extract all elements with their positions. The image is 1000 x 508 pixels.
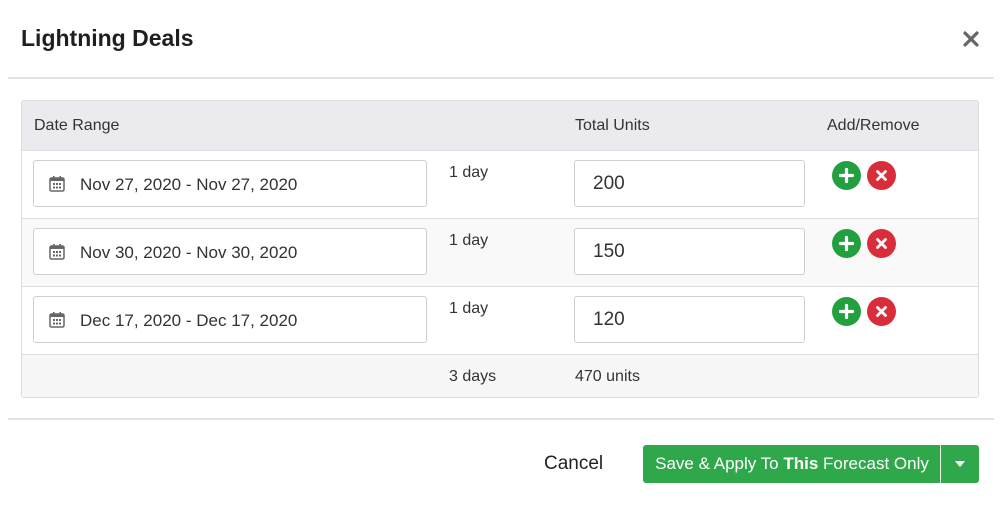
save-label-prefix: Save & Apply To <box>655 454 784 473</box>
plus-icon <box>838 235 855 252</box>
save-options-dropdown-button[interactable] <box>941 445 979 483</box>
date-range-input[interactable]: Dec 17, 2020 - Dec 17, 2020 <box>33 296 427 343</box>
totals-row: 3 days 470 units <box>22 355 978 397</box>
remove-row-button[interactable] <box>867 229 896 258</box>
close-icon <box>963 31 979 47</box>
save-label-bold: This <box>783 454 819 473</box>
remove-row-button[interactable] <box>867 161 896 190</box>
cancel-button[interactable]: Cancel <box>544 453 603 475</box>
total-days: 3 days <box>449 368 497 385</box>
remove-row-button[interactable] <box>867 297 896 326</box>
total-units-input[interactable] <box>574 228 805 275</box>
x-icon <box>876 306 887 317</box>
calendar-icon <box>49 312 65 328</box>
table-header-row: Date Range Total Units Add/Remove <box>22 101 978 151</box>
dialog-title: Lightning Deals <box>21 25 194 51</box>
date-range-value: Dec 17, 2020 - Dec 17, 2020 <box>80 311 298 330</box>
dialog-header: Lightning Deals <box>0 0 1000 78</box>
x-icon <box>876 238 887 249</box>
header-divider <box>8 77 994 79</box>
add-row-button[interactable] <box>832 229 861 258</box>
date-range-input[interactable]: Nov 27, 2020 - Nov 27, 2020 <box>33 160 427 207</box>
calendar-icon <box>49 176 65 192</box>
days-count: 1 day <box>449 300 489 317</box>
table-row: Nov 27, 2020 - Nov 27, 2020 1 day <box>22 151 978 219</box>
lightning-deals-table: Date Range Total Units Add/Remove Nov 27… <box>21 100 979 398</box>
save-label-suffix: Forecast Only <box>818 454 929 473</box>
date-range-value: Nov 27, 2020 - Nov 27, 2020 <box>80 175 298 194</box>
column-header-date-range: Date Range <box>34 117 120 134</box>
add-row-button[interactable] <box>832 297 861 326</box>
date-range-value: Nov 30, 2020 - Nov 30, 2020 <box>80 243 298 262</box>
caret-down-icon <box>955 461 965 467</box>
add-row-button[interactable] <box>832 161 861 190</box>
total-units-input[interactable] <box>574 296 805 343</box>
footer-divider <box>8 418 994 420</box>
calendar-icon <box>49 244 65 260</box>
column-header-total-units: Total Units <box>575 117 650 134</box>
days-count: 1 day <box>449 164 489 181</box>
save-apply-button[interactable]: Save & Apply To This Forecast Only <box>643 445 941 483</box>
close-button[interactable] <box>960 28 982 50</box>
column-header-add-remove: Add/Remove <box>827 117 920 134</box>
total-units: 470 units <box>575 368 640 385</box>
table-row: Nov 30, 2020 - Nov 30, 2020 1 day <box>22 219 978 287</box>
x-icon <box>876 170 887 181</box>
days-count: 1 day <box>449 232 489 249</box>
table-row: Dec 17, 2020 - Dec 17, 2020 1 day <box>22 287 978 355</box>
date-range-input[interactable]: Nov 30, 2020 - Nov 30, 2020 <box>33 228 427 275</box>
total-units-input[interactable] <box>574 160 805 207</box>
plus-icon <box>838 303 855 320</box>
plus-icon <box>838 167 855 184</box>
